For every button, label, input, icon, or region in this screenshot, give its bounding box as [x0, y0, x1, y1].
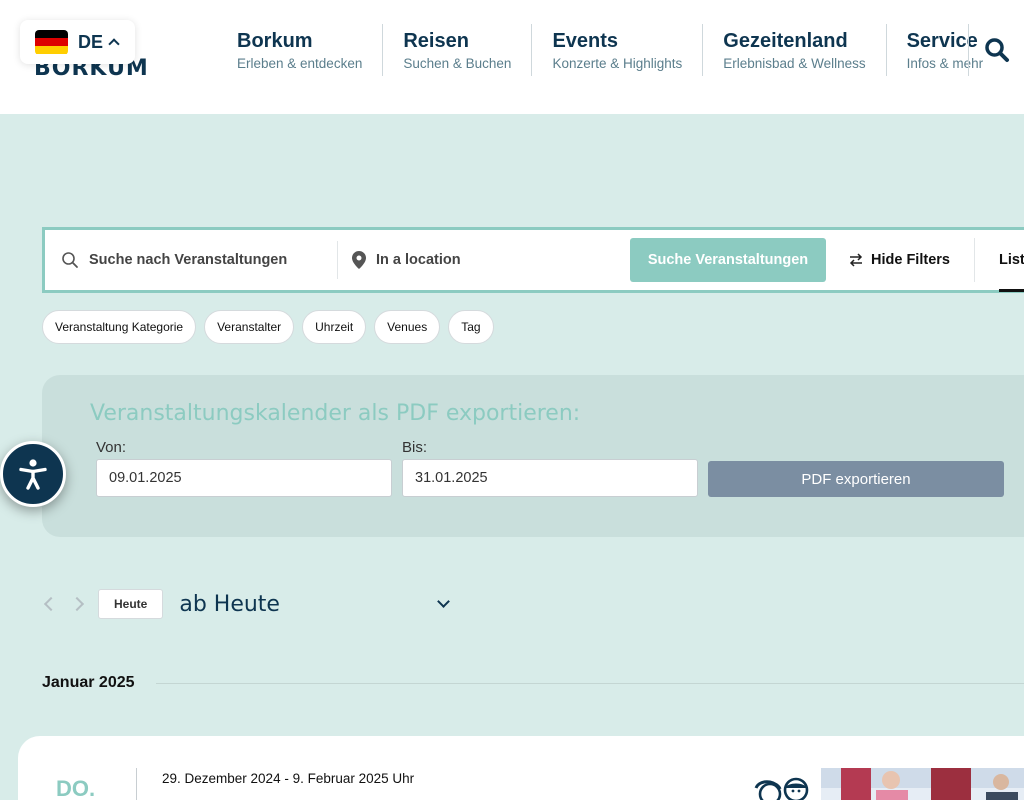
date-range-selector[interactable]: ab Heute [179, 592, 280, 617]
filter-pill-category[interactable]: Veranstaltung Kategorie [42, 310, 197, 344]
today-button[interactable]: Heute [98, 589, 164, 619]
from-date-label: Von: [96, 439, 127, 456]
date-navigation: Heute ab Heute [42, 589, 450, 619]
accessibility-icon [19, 459, 47, 490]
nav-subtitle: Konzerte & Highlights [552, 55, 683, 71]
filter-pill-venues[interactable]: Venues [374, 310, 441, 344]
nav-title: Borkum [237, 29, 313, 52]
hide-filters-label: Hide Filters [871, 252, 950, 268]
nav-item-borkum[interactable]: Borkum Erleben & entdecken [217, 24, 384, 76]
event-date-range: 29. Dezember 2024 - 9. Februar 2025 Uhr [162, 771, 415, 786]
keyword-search-input[interactable]: Suche nach Veranstaltungen [45, 241, 338, 279]
family-icon [754, 777, 809, 800]
pdf-export-button[interactable]: PDF exportieren [708, 461, 1004, 497]
location-search-input[interactable]: In a location [338, 241, 628, 279]
map-pin-icon [352, 251, 366, 269]
nav-item-reisen[interactable]: Reisen Suchen & Buchen [383, 24, 533, 76]
filter-pill-organizer[interactable]: Veranstalter [204, 310, 295, 344]
chevron-down-icon[interactable] [437, 595, 450, 608]
filter-pills: Veranstaltung Kategorie Veranstalter Uhr… [42, 310, 494, 344]
nav-item-gezeitenland[interactable]: Gezeitenland Erlebnisbad & Wellness [703, 24, 887, 76]
from-date-input[interactable]: 09.01.2025 [96, 459, 392, 497]
nav-title: Gezeitenland [723, 29, 848, 52]
language-code: DE [78, 31, 104, 52]
filter-toggle-icon [849, 253, 863, 267]
next-arrow-icon[interactable] [69, 596, 85, 612]
site-header: DE BORKUM Borkum Erleben & entdecken Rei… [0, 0, 1024, 114]
nav-subtitle: Erleben & entdecken [237, 55, 363, 71]
event-divider [136, 768, 137, 800]
pdf-export-title: Veranstaltungskalender als PDF exportier… [90, 401, 581, 426]
nav-title: Reisen [403, 29, 469, 52]
to-date-label: Bis: [402, 439, 428, 456]
nav-item-events[interactable]: Events Konzerte & Highlights [532, 24, 704, 76]
header-search-button[interactable] [968, 24, 1024, 76]
to-date-input[interactable]: 31.01.2025 [402, 459, 698, 497]
event-photo [821, 768, 1024, 800]
month-divider [156, 683, 1024, 684]
event-day-label: DO. [56, 776, 96, 800]
location-placeholder: In a location [376, 252, 461, 268]
nav-title: Events [552, 29, 619, 52]
keyword-placeholder: Suche nach Veranstaltungen [89, 252, 288, 268]
filter-pill-day[interactable]: Tag [448, 310, 494, 344]
main-nav: Borkum Erleben & entdecken Reisen Suchen… [217, 24, 1003, 76]
search-icon [62, 252, 78, 268]
month-heading: Januar 2025 [42, 674, 135, 691]
accessibility-button[interactable] [0, 441, 66, 507]
event-image[interactable] [821, 768, 1024, 800]
event-card[interactable]: DO. 29. Dezember 2024 - 9. Februar 2025 … [18, 736, 1024, 800]
germany-flag-icon [35, 29, 68, 55]
event-search-bar: Suche nach Veranstaltungen In a location… [42, 227, 1024, 293]
language-switcher[interactable]: DE [20, 20, 135, 64]
search-events-button[interactable]: Suche Veranstaltungen [630, 238, 826, 282]
hide-filters-button[interactable]: Hide Filters [849, 238, 975, 282]
previous-arrow-icon[interactable] [43, 596, 59, 612]
filter-pill-time[interactable]: Uhrzeit [302, 310, 367, 344]
chevron-up-icon [108, 38, 120, 50]
pdf-export-panel: Veranstaltungskalender als PDF exportier… [42, 375, 1024, 537]
nav-subtitle: Erlebnisbad & Wellness [723, 55, 866, 71]
search-icon [984, 38, 1009, 62]
nav-subtitle: Suchen & Buchen [403, 55, 512, 71]
view-tab-list[interactable]: List [998, 229, 1024, 292]
